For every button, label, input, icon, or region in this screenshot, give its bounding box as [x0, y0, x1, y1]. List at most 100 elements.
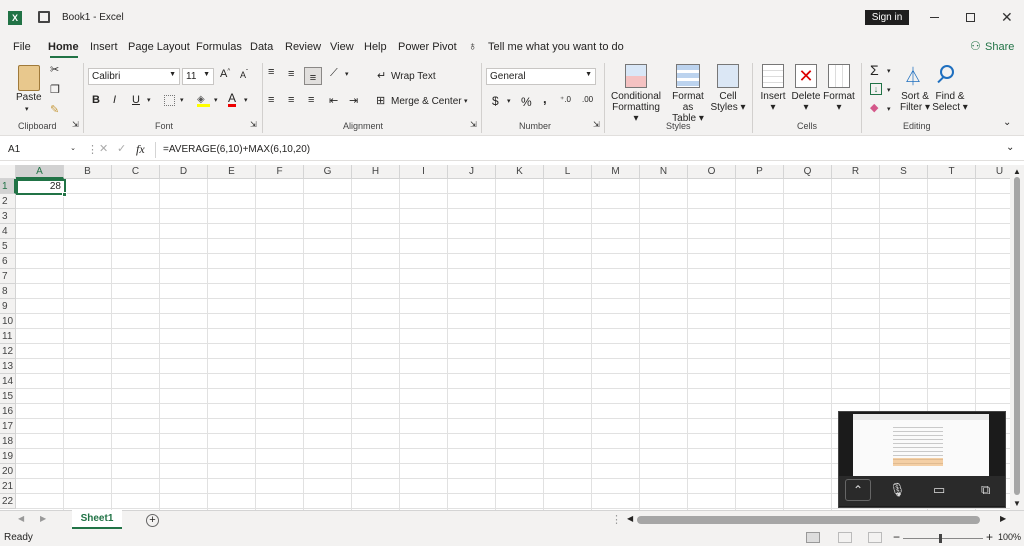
format-as-table-button[interactable]: Format as Table ▾	[666, 91, 710, 124]
vertical-scrollbar[interactable]: ▲ ▼	[1010, 165, 1024, 510]
conditional-formatting-button[interactable]: Conditional Formatting ▾	[610, 91, 662, 124]
column-header-c[interactable]: C	[112, 165, 160, 179]
cell-styles-button[interactable]: Cell Styles ▾	[710, 91, 746, 113]
row-header-5[interactable]: 5	[0, 239, 16, 254]
merge-dropdown-icon[interactable]: ▾	[464, 97, 468, 105]
microphone-muted-icon[interactable]: 🎙	[889, 482, 906, 498]
share-button[interactable]: Share	[985, 41, 1014, 53]
clear-icon[interactable]: ◆	[870, 101, 878, 114]
column-header-o[interactable]: O	[688, 165, 736, 179]
format-as-table-icon[interactable]	[676, 64, 700, 88]
column-header-f[interactable]: F	[256, 165, 304, 179]
column-header-j[interactable]: J	[448, 165, 496, 179]
column-header-q[interactable]: Q	[784, 165, 832, 179]
clipboard-launcher-icon[interactable]: ⇲	[72, 120, 79, 129]
collapse-ribbon-icon[interactable]: ⌄	[1003, 117, 1011, 128]
row-header-12[interactable]: 12	[0, 344, 16, 359]
paste-button[interactable]: Paste	[16, 92, 42, 103]
font-size-dropdown[interactable]: 11 ▼	[182, 68, 214, 85]
row-header-3[interactable]: 3	[0, 209, 16, 224]
column-header-g[interactable]: G	[304, 165, 352, 179]
font-color-dropdown-icon[interactable]: ▾	[244, 96, 248, 104]
camera-off-icon[interactable]: ▭	[933, 482, 945, 498]
column-header-m[interactable]: M	[592, 165, 640, 179]
conditional-formatting-icon[interactable]	[625, 64, 647, 88]
orientation-icon[interactable]: ⟋	[330, 67, 338, 80]
insert-cells-icon[interactable]	[762, 64, 784, 88]
comma-button[interactable]: ,	[543, 91, 547, 106]
sort-filter-button[interactable]: Sort & Filter ▾	[897, 91, 933, 113]
clear-dropdown-icon[interactable]: ▾	[887, 105, 891, 113]
increase-decimal-icon[interactable]: ⁺.0	[560, 95, 571, 104]
copy-icon[interactable]: ❐	[50, 83, 60, 96]
alignment-launcher-icon[interactable]: ⇲	[470, 120, 477, 129]
number-launcher-icon[interactable]: ⇲	[593, 120, 600, 129]
currency-button[interactable]: $	[492, 94, 499, 108]
fill-dropdown-icon[interactable]: ▾	[887, 86, 891, 94]
column-header-h[interactable]: H	[352, 165, 400, 179]
row-header-14[interactable]: 14	[0, 374, 16, 389]
menu-insert[interactable]: Insert	[90, 41, 118, 53]
wrap-text-button[interactable]: Wrap Text	[391, 71, 436, 82]
number-format-dropdown[interactable]: General ▼	[486, 68, 596, 85]
page-layout-view-icon[interactable]	[838, 532, 852, 543]
confirm-entry-icon[interactable]: ✓	[117, 142, 126, 155]
name-box[interactable]: A1 ⌄	[4, 141, 80, 158]
close-icon[interactable]: ✕	[1001, 9, 1013, 26]
menu-data[interactable]: Data	[250, 41, 273, 53]
column-header-s[interactable]: S	[880, 165, 928, 179]
column-header-n[interactable]: N	[640, 165, 688, 179]
column-header-e[interactable]: E	[208, 165, 256, 179]
format-cells-icon[interactable]	[828, 64, 850, 88]
select-all-corner[interactable]	[0, 165, 16, 179]
insert-function-icon[interactable]: fx	[136, 142, 145, 157]
row-header-8[interactable]: 8	[0, 284, 16, 299]
insert-cells-button[interactable]: Insert ▾	[759, 91, 787, 113]
merge-center-button[interactable]: Merge & Center	[391, 96, 462, 107]
menu-power-pivot[interactable]: Power Pivot	[398, 41, 457, 53]
menu-help[interactable]: Help	[364, 41, 387, 53]
row-header-13[interactable]: 13	[0, 359, 16, 374]
decrease-font-icon[interactable]: Aˇ	[240, 70, 248, 80]
normal-view-icon[interactable]	[806, 532, 820, 543]
underline-button[interactable]: U	[132, 94, 140, 106]
cut-icon[interactable]: ✂	[50, 63, 59, 76]
align-middle-icon[interactable]: ≡	[288, 68, 294, 80]
vertical-scroll-thumb[interactable]	[1014, 177, 1020, 495]
row-header-1[interactable]: 1	[0, 179, 16, 194]
column-header-d[interactable]: D	[160, 165, 208, 179]
horizontal-scrollbar[interactable]	[637, 516, 980, 524]
borders-icon[interactable]	[164, 95, 175, 106]
column-header-a[interactable]: A	[16, 165, 64, 179]
row-header-6[interactable]: 6	[0, 254, 16, 269]
menu-review[interactable]: Review	[285, 41, 321, 53]
align-center-icon[interactable]: ≡	[288, 94, 294, 106]
save-icon[interactable]	[38, 11, 50, 23]
row-header-11[interactable]: 11	[0, 329, 16, 344]
row-header-17[interactable]: 17	[0, 419, 16, 434]
chevron-up-icon[interactable]: ⌃	[845, 479, 871, 501]
font-launcher-icon[interactable]: ⇲	[250, 120, 257, 129]
percent-button[interactable]: %	[521, 95, 532, 109]
row-header-19[interactable]: 19	[0, 449, 16, 464]
underline-dropdown-icon[interactable]: ▾	[147, 96, 151, 104]
column-header-t[interactable]: T	[928, 165, 976, 179]
format-painter-icon[interactable]: ✎	[50, 103, 59, 116]
column-header-l[interactable]: L	[544, 165, 592, 179]
fill-color-icon[interactable]: ◈	[197, 94, 210, 107]
column-header-i[interactable]: I	[400, 165, 448, 179]
zoom-in-icon[interactable]: +	[986, 530, 993, 544]
zoom-out-icon[interactable]: −	[893, 530, 900, 544]
zoom-slider-thumb[interactable]	[939, 534, 942, 543]
scroll-down-icon[interactable]: ▼	[1013, 499, 1021, 508]
tab-split-handle[interactable]: ⋮	[611, 513, 622, 526]
row-header-4[interactable]: 4	[0, 224, 16, 239]
row-header-20[interactable]: 20	[0, 464, 16, 479]
delete-cells-button[interactable]: Delete ▾	[791, 91, 821, 113]
tell-me-search[interactable]: Tell me what you want to do	[488, 41, 624, 53]
align-bottom-icon[interactable]: ≡	[304, 67, 322, 85]
row-header-16[interactable]: 16	[0, 404, 16, 419]
wrap-text-icon[interactable]: ↵	[377, 69, 386, 82]
row-header-2[interactable]: 2	[0, 194, 16, 209]
scroll-up-icon[interactable]: ▲	[1013, 167, 1021, 176]
